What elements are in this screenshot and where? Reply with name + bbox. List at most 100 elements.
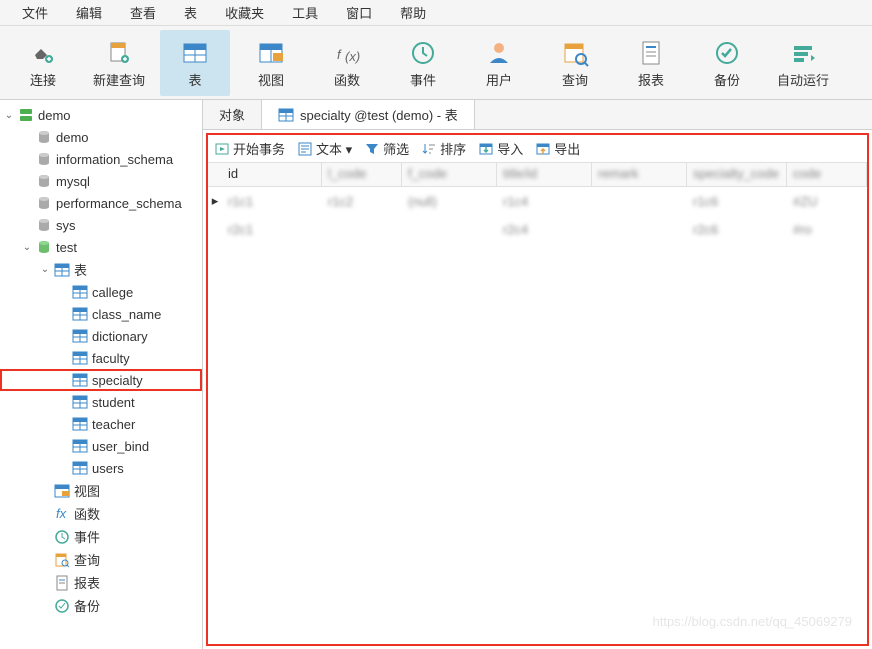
toolbar-event[interactable]: 事件 bbox=[388, 30, 458, 96]
view-icon bbox=[255, 38, 287, 68]
table-icon bbox=[70, 393, 90, 411]
cell[interactable]: (null) bbox=[402, 187, 497, 215]
tree-node-函数[interactable]: fx函数 bbox=[0, 502, 202, 525]
tree-node-sys[interactable]: sys bbox=[0, 214, 202, 236]
col-header[interactable]: specialty_code bbox=[687, 163, 787, 186]
toolbar-report[interactable]: 报表 bbox=[616, 30, 686, 96]
panel-btn-import[interactable]: 导入 bbox=[478, 139, 523, 158]
tree-node-performance_schema[interactable]: performance_schema bbox=[0, 192, 202, 214]
menu-3[interactable]: 表 bbox=[170, 1, 211, 24]
cell[interactable]: r2c1 bbox=[222, 215, 322, 243]
menu-0[interactable]: 文件 bbox=[8, 1, 62, 24]
col-header[interactable]: code bbox=[787, 163, 867, 186]
tree-node-specialty[interactable]: specialty bbox=[0, 369, 202, 391]
table-row[interactable]: r2c1 r2c4 r2c6#ro bbox=[208, 215, 867, 243]
table-icon bbox=[70, 437, 90, 455]
report-icon bbox=[635, 38, 667, 68]
clock-icon bbox=[52, 528, 72, 546]
tree-node-事件[interactable]: 事件 bbox=[0, 525, 202, 548]
cell[interactable]: r1c2 bbox=[322, 187, 402, 215]
tree-node-mysql[interactable]: mysql bbox=[0, 170, 202, 192]
toolbar-table[interactable]: 表 bbox=[160, 30, 230, 96]
cell[interactable]: r2c4 bbox=[497, 215, 592, 243]
tree-node-teacher[interactable]: teacher bbox=[0, 413, 202, 435]
tab-specialty-table[interactable]: specialty @test (demo) - 表 bbox=[262, 100, 475, 129]
cell[interactable]: r1c6 bbox=[687, 187, 787, 215]
menu-5[interactable]: 工具 bbox=[278, 1, 332, 24]
cell[interactable] bbox=[322, 215, 402, 243]
tree-node-faculty[interactable]: faculty bbox=[0, 347, 202, 369]
panel-btn-text[interactable]: 文本 ▾ bbox=[297, 139, 352, 158]
cell[interactable]: #ZU bbox=[787, 187, 867, 215]
toolbar-backup[interactable]: 备份 bbox=[692, 30, 762, 96]
menubar: 文件编辑查看表收藏夹工具窗口帮助 bbox=[0, 0, 872, 26]
tree-label: 报表 bbox=[74, 573, 100, 592]
panel-btn-sort[interactable]: 排序 bbox=[421, 139, 466, 158]
toolbar-autorun[interactable]: 自动运行 bbox=[768, 30, 838, 96]
db-icon bbox=[34, 194, 54, 212]
table-row[interactable]: ▸r1c1r1c2(null)r1c4r1c6#ZU bbox=[208, 187, 867, 215]
main-toolbar: 连接新建查询表视图f(x)函数事件用户查询报表备份自动运行 bbox=[0, 26, 872, 100]
panel-btn-label: 排序 bbox=[440, 139, 466, 158]
data-grid: idl_codef_codetitle/idremarkspecialty_co… bbox=[208, 163, 867, 644]
cell[interactable] bbox=[402, 215, 497, 243]
panel-btn-export[interactable]: 导出 bbox=[535, 139, 580, 158]
col-header[interactable]: id bbox=[222, 163, 322, 186]
col-header[interactable]: remark bbox=[592, 163, 687, 186]
tree-node-备份[interactable]: 备份 bbox=[0, 594, 202, 617]
menu-6[interactable]: 窗口 bbox=[332, 1, 386, 24]
menu-1[interactable]: 编辑 bbox=[62, 1, 116, 24]
tree-label: demo bbox=[56, 130, 89, 145]
tree-label: 事件 bbox=[74, 527, 100, 546]
db-icon bbox=[34, 172, 54, 190]
tree-node-视图[interactable]: 视图 bbox=[0, 479, 202, 502]
cell[interactable]: r2c6 bbox=[687, 215, 787, 243]
tree-node-demo[interactable]: demo bbox=[0, 126, 202, 148]
cell[interactable] bbox=[592, 187, 687, 215]
tree-node-callege[interactable]: callege bbox=[0, 281, 202, 303]
tree-label: test bbox=[56, 240, 77, 255]
tree-label: 备份 bbox=[74, 596, 100, 615]
tree-label: users bbox=[92, 461, 124, 476]
panel-btn-begin[interactable]: 开始事务 bbox=[214, 139, 285, 158]
toolbar-connect[interactable]: 连接 bbox=[8, 30, 78, 96]
cell[interactable]: r1c4 bbox=[497, 187, 592, 215]
db-icon bbox=[34, 128, 54, 146]
table-icon bbox=[70, 305, 90, 323]
menu-2[interactable]: 查看 bbox=[116, 1, 170, 24]
toolbar-user[interactable]: 用户 bbox=[464, 30, 534, 96]
toolbar-label: 自动运行 bbox=[777, 70, 829, 89]
toolbar-query[interactable]: 查询 bbox=[540, 30, 610, 96]
tree-node-users[interactable]: users bbox=[0, 457, 202, 479]
tree-node-information_schema[interactable]: information_schema bbox=[0, 148, 202, 170]
filter-icon bbox=[364, 141, 380, 157]
tree-node-demo[interactable]: ⌄demo bbox=[0, 104, 202, 126]
toolbar-function[interactable]: f(x)函数 bbox=[312, 30, 382, 96]
tree-node-student[interactable]: student bbox=[0, 391, 202, 413]
tree-node-表[interactable]: ⌄表 bbox=[0, 258, 202, 281]
tree-node-class_name[interactable]: class_name bbox=[0, 303, 202, 325]
text-icon bbox=[297, 141, 313, 157]
toolbar-new-query[interactable]: 新建查询 bbox=[84, 30, 154, 96]
report-icon bbox=[52, 574, 72, 592]
tree-node-user_bind[interactable]: user_bind bbox=[0, 435, 202, 457]
cell[interactable]: #ro bbox=[787, 215, 867, 243]
menu-7[interactable]: 帮助 bbox=[386, 1, 440, 24]
tree-node-查询[interactable]: 查询 bbox=[0, 548, 202, 571]
col-header[interactable]: l_code bbox=[322, 163, 402, 186]
tab-objects[interactable]: 对象 bbox=[203, 100, 262, 129]
menu-4[interactable]: 收藏夹 bbox=[211, 1, 278, 24]
tree-node-报表[interactable]: 报表 bbox=[0, 571, 202, 594]
tree-label: faculty bbox=[92, 351, 130, 366]
cell[interactable] bbox=[592, 215, 687, 243]
toolbar-view[interactable]: 视图 bbox=[236, 30, 306, 96]
table-icon bbox=[70, 415, 90, 433]
data-panel: 开始事务文本 ▾筛选排序导入导出 idl_codef_codetitle/idr… bbox=[206, 133, 869, 646]
panel-btn-label: 导出 bbox=[554, 139, 580, 158]
col-header[interactable]: f_code bbox=[402, 163, 497, 186]
tree-node-dictionary[interactable]: dictionary bbox=[0, 325, 202, 347]
cell[interactable]: r1c1 bbox=[222, 187, 322, 215]
tree-node-test[interactable]: ⌄test bbox=[0, 236, 202, 258]
col-header[interactable]: title/id bbox=[497, 163, 592, 186]
panel-btn-filter[interactable]: 筛选 bbox=[364, 139, 409, 158]
